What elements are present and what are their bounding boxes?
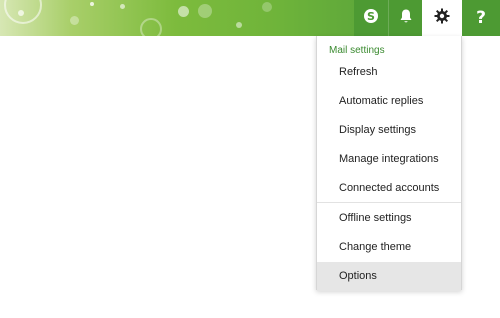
decoration-dot <box>70 16 79 25</box>
decoration-dot <box>120 4 125 9</box>
notifications-button[interactable] <box>388 0 422 36</box>
help-button[interactable]: ? <box>462 0 500 36</box>
skype-button[interactable]: S <box>354 0 388 36</box>
header-banner: S ? <box>0 0 500 36</box>
menu-heading: Mail settings <box>329 45 385 56</box>
decoration-dot <box>236 22 242 28</box>
skype-icon: S <box>363 8 379 29</box>
settings-button[interactable] <box>422 0 462 36</box>
decoration-dot <box>18 10 24 16</box>
bell-icon <box>399 8 413 29</box>
menu-item-display-settings[interactable]: Display settings <box>317 116 461 145</box>
menu-item-refresh[interactable]: Refresh <box>317 58 461 87</box>
menu-item-change-theme[interactable]: Change theme <box>317 233 461 262</box>
settings-dropdown-menu: Mail settings Refresh Automatic replies … <box>316 36 462 291</box>
gear-icon <box>434 8 450 29</box>
menu-item-offline-settings[interactable]: Offline settings <box>317 204 461 233</box>
decoration-dot <box>262 2 272 12</box>
menu-divider <box>317 202 461 203</box>
menu-item-manage-integrations[interactable]: Manage integrations <box>317 145 461 174</box>
svg-text:S: S <box>367 10 375 23</box>
menu-item-automatic-replies[interactable]: Automatic replies <box>317 87 461 116</box>
decoration-dot <box>198 4 212 18</box>
decoration-circle <box>140 18 162 36</box>
menu-item-options[interactable]: Options <box>317 262 461 291</box>
decoration-dot <box>178 6 189 17</box>
decoration-dot <box>90 2 94 6</box>
question-icon: ? <box>476 8 486 28</box>
menu-item-connected-accounts[interactable]: Connected accounts <box>317 174 461 203</box>
